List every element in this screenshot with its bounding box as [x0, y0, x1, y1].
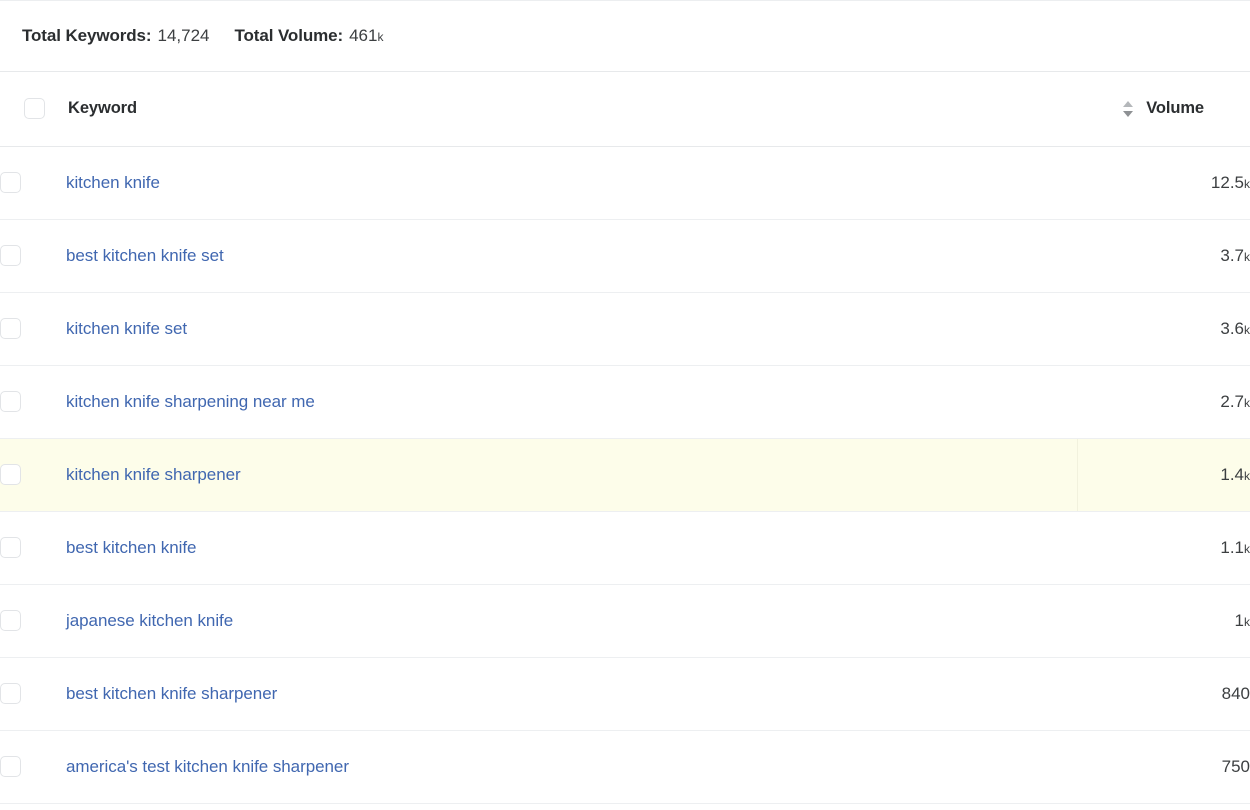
volume-suffix: k — [1244, 469, 1250, 483]
table-row[interactable]: america's test kitchen knife sharpener 75… — [0, 730, 1250, 803]
volume-cell: 750 — [1077, 730, 1250, 803]
volume-suffix: k — [1244, 396, 1250, 410]
volume-value: 3.6 — [1220, 319, 1244, 338]
keyword-cell: kitchen knife sharpener — [66, 438, 1077, 511]
summary-bar: Total Keywords: 14,724 Total Volume: 461… — [0, 0, 1250, 72]
volume-suffix: k — [1244, 250, 1250, 264]
row-select-cell — [0, 146, 66, 219]
volume-value: 840 — [1222, 684, 1250, 703]
row-checkbox[interactable] — [0, 610, 21, 631]
volume-value: 12.5 — [1211, 173, 1244, 192]
keyword-column-header[interactable]: Keyword — [66, 72, 1077, 146]
keyword-link[interactable]: japanese kitchen knife — [66, 611, 233, 630]
volume-cell: 12.5k — [1077, 146, 1250, 219]
keyword-link[interactable]: america's test kitchen knife sharpener — [66, 757, 349, 776]
volume-cell: 1.4k — [1077, 438, 1250, 511]
row-select-cell — [0, 730, 66, 803]
sort-ascending-icon — [1123, 101, 1133, 107]
sort-toggle-icon[interactable] — [1122, 101, 1134, 117]
table-row[interactable]: kitchen knife sharpener 1.4k — [0, 438, 1250, 511]
select-all-checkbox[interactable] — [24, 98, 45, 119]
volume-value: 2.7 — [1220, 392, 1244, 411]
keyword-link[interactable]: kitchen knife set — [66, 319, 187, 338]
volume-cell: 3.7k — [1077, 219, 1250, 292]
volume-value: 750 — [1222, 757, 1250, 776]
volume-suffix: k — [1244, 177, 1250, 191]
keyword-link[interactable]: best kitchen knife sharpener — [66, 684, 277, 703]
table-header: Keyword Volume — [0, 72, 1250, 146]
table-body: kitchen knife12.5kbest kitchen knife set… — [0, 146, 1250, 803]
row-checkbox[interactable] — [0, 756, 21, 777]
table-header-row: Keyword Volume — [0, 72, 1250, 146]
select-all-header-cell — [0, 72, 66, 146]
volume-column-header[interactable]: Volume — [1077, 72, 1250, 146]
volume-cell: 1k — [1077, 584, 1250, 657]
volume-column-label: Volume — [1146, 99, 1204, 118]
keyword-link[interactable]: best kitchen knife — [66, 538, 196, 557]
total-keywords-value: 14,724 — [157, 26, 209, 46]
volume-suffix: k — [1244, 542, 1250, 556]
row-checkbox[interactable] — [0, 464, 21, 485]
volume-value: 3.7 — [1220, 246, 1244, 265]
row-checkbox[interactable] — [0, 318, 21, 339]
total-keywords-stat: Total Keywords: 14,724 — [22, 26, 209, 46]
row-select-cell — [0, 365, 66, 438]
table-row[interactable]: best kitchen knife sharpener 840 — [0, 657, 1250, 730]
keyword-cell: kitchen knife set — [66, 292, 1077, 365]
keyword-cell: kitchen knife — [66, 146, 1077, 219]
keyword-cell: best kitchen knife sharpener — [66, 657, 1077, 730]
row-checkbox[interactable] — [0, 683, 21, 704]
volume-value: 1.1 — [1220, 538, 1244, 557]
keyword-cell: japanese kitchen knife — [66, 584, 1077, 657]
total-volume-suffix: k — [377, 30, 383, 44]
volume-value: 1.4 — [1220, 465, 1244, 484]
table-row[interactable]: kitchen knife set 3.6k — [0, 292, 1250, 365]
table-row[interactable]: best kitchen knife 1.1k — [0, 511, 1250, 584]
keyword-link[interactable]: kitchen knife sharpening near me — [66, 392, 315, 411]
keyword-link[interactable]: kitchen knife sharpener — [66, 465, 241, 484]
volume-value: 1 — [1235, 611, 1244, 630]
total-volume-value: 461 — [349, 26, 377, 46]
keyword-cell: america's test kitchen knife sharpener — [66, 730, 1077, 803]
row-checkbox[interactable] — [0, 391, 21, 412]
keyword-link[interactable]: best kitchen knife set — [66, 246, 224, 265]
row-select-cell — [0, 438, 66, 511]
row-select-cell — [0, 511, 66, 584]
keywords-table: Keyword Volume kitchen knife12.5kbest ki… — [0, 72, 1250, 804]
volume-suffix: k — [1244, 323, 1250, 337]
keyword-link[interactable]: kitchen knife — [66, 173, 160, 192]
keyword-cell: best kitchen knife set — [66, 219, 1077, 292]
row-select-cell — [0, 657, 66, 730]
sort-descending-icon — [1123, 111, 1133, 117]
row-checkbox[interactable] — [0, 537, 21, 558]
row-select-cell — [0, 219, 66, 292]
table-row[interactable]: kitchen knife 12.5k — [0, 146, 1250, 219]
row-checkbox[interactable] — [0, 172, 21, 193]
volume-cell: 3.6k — [1077, 292, 1250, 365]
table-row[interactable]: japanese kitchen knife 1k — [0, 584, 1250, 657]
volume-cell: 1.1k — [1077, 511, 1250, 584]
volume-suffix: k — [1244, 615, 1250, 629]
volume-cell: 2.7k — [1077, 365, 1250, 438]
total-volume-label: Total Volume: — [234, 26, 343, 46]
row-select-cell — [0, 584, 66, 657]
keyword-explorer-panel: Total Keywords: 14,724 Total Volume: 461… — [0, 0, 1250, 810]
table-row[interactable]: best kitchen knife set 3.7k — [0, 219, 1250, 292]
row-checkbox[interactable] — [0, 245, 21, 266]
total-keywords-label: Total Keywords: — [22, 26, 151, 46]
row-select-cell — [0, 292, 66, 365]
keyword-cell: kitchen knife sharpening near me — [66, 365, 1077, 438]
table-row[interactable]: kitchen knife sharpening near me 2.7k — [0, 365, 1250, 438]
total-volume-stat: Total Volume: 461k — [234, 26, 383, 46]
keyword-cell: best kitchen knife — [66, 511, 1077, 584]
volume-cell: 840 — [1077, 657, 1250, 730]
